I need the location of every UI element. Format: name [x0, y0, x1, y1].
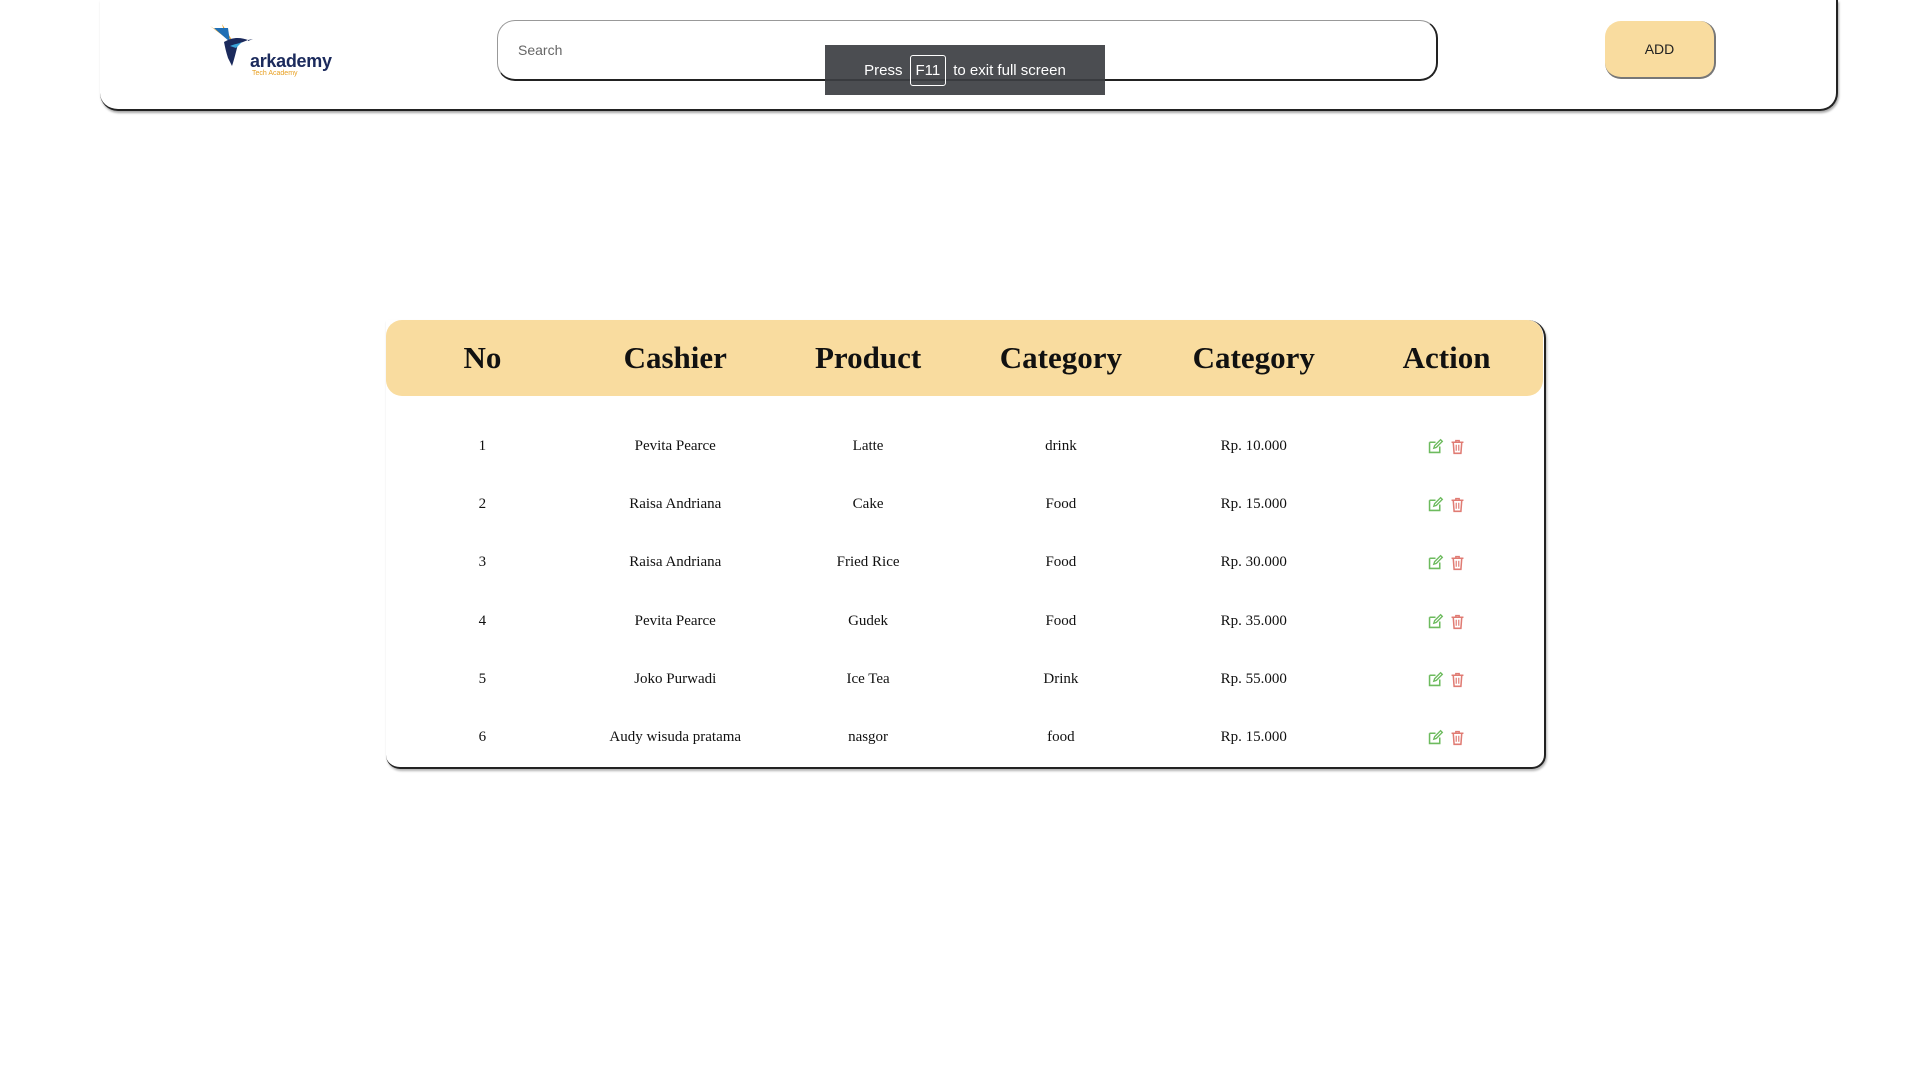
cell-price: Rp. 35.000: [1220, 612, 1287, 629]
fullscreen-key-badge: F11: [909, 54, 947, 86]
column-header-action: Action: [1402, 340, 1491, 375]
table-row: 2 Raisa Andriana Cake Food Rp. 15.000: [386, 475, 1543, 533]
cell-price: Rp. 15.000: [1220, 495, 1287, 512]
cell-actions: [1350, 534, 1543, 592]
cell-no: 2: [478, 495, 487, 512]
delete-icon[interactable]: [1449, 554, 1466, 571]
edit-icon[interactable]: [1427, 496, 1444, 513]
table-row: 6 Audy wisuda pratama nasgor food Rp. 15.000: [386, 708, 1543, 766]
hummingbird-icon: [210, 24, 253, 66]
logo-subtitle: Tech Academy: [252, 70, 298, 77]
cell-product: Cake: [852, 495, 884, 512]
cell-cashier: Joko Purwadi: [634, 670, 717, 687]
edit-icon[interactable]: [1427, 613, 1444, 630]
column-header-category: Category: [999, 340, 1123, 375]
edit-icon[interactable]: [1427, 729, 1444, 746]
cell-actions: [1350, 708, 1543, 766]
cell-no: 3: [478, 554, 487, 571]
column-header-cashier: Cashier: [623, 340, 727, 375]
cell-product: Gudek: [848, 612, 889, 629]
cell-cashier: Pevita Pearce: [634, 437, 716, 454]
cell-no: 6: [478, 729, 487, 746]
transactions-table: No Cashier Product Category Category Act…: [386, 320, 1546, 769]
cell-cashier: Raisa Andriana: [629, 495, 722, 512]
cell-cashier: Audy wisuda pratama: [609, 729, 742, 746]
column-header-category-price: Category: [1192, 340, 1315, 375]
cell-actions: [1350, 417, 1543, 475]
table-row: 1 Pevita Pearce Latte drink Rp. 10.000: [386, 417, 1543, 475]
cell-actions: [1350, 650, 1543, 708]
table-row: 5 Joko Purwadi Ice Tea Drink Rp. 55.000: [386, 650, 1543, 708]
cell-actions: [1350, 475, 1543, 533]
cell-actions: [1350, 592, 1543, 650]
cell-category: food: [1047, 729, 1075, 746]
cell-category: Drink: [1043, 670, 1079, 687]
cell-no: 5: [478, 670, 487, 687]
cell-category: Food: [1045, 554, 1077, 571]
table-row: 4 Pevita Pearce Gudek Food Rp. 35.000: [386, 592, 1543, 650]
cell-price: Rp. 55.000: [1220, 670, 1287, 687]
cell-category: drink: [1045, 437, 1077, 454]
cell-product: nasgor: [848, 729, 889, 746]
cell-cashier: Raisa Andriana: [629, 554, 722, 571]
delete-icon[interactable]: [1449, 613, 1466, 630]
cell-no: 4: [478, 612, 487, 629]
edit-icon[interactable]: [1427, 554, 1444, 571]
fullscreen-notice-prefix: Press: [864, 61, 903, 79]
delete-icon[interactable]: [1449, 671, 1466, 688]
logo-wordmark: arkademy: [250, 51, 332, 71]
table-body: 1 Pevita Pearce Latte drink Rp. 10.000 2 Raisa…: [386, 396, 1543, 767]
edit-icon[interactable]: [1427, 671, 1444, 688]
column-header-no: No: [463, 340, 502, 375]
cell-category: Food: [1045, 495, 1077, 512]
cell-category: Food: [1045, 612, 1077, 629]
cell-product: Latte: [852, 437, 884, 454]
delete-icon[interactable]: [1449, 438, 1466, 455]
cell-price: Rp. 15.000: [1220, 729, 1287, 746]
cell-product: Fried Rice: [836, 554, 900, 571]
edit-icon[interactable]: [1427, 438, 1444, 455]
cell-price: Rp. 10.000: [1220, 437, 1287, 454]
cell-no: 1: [478, 437, 487, 454]
cell-product: Ice Tea: [846, 670, 890, 687]
table-row: 3 Raisa Andriana Fried Rice Food Rp. 30.000: [386, 534, 1543, 592]
table-header: No Cashier Product Category Category Act…: [386, 320, 1543, 396]
cell-cashier: Pevita Pearce: [634, 612, 716, 629]
delete-icon[interactable]: [1449, 496, 1466, 513]
arkademy-logo[interactable]: arkademy Tech Academy: [208, 22, 338, 82]
cell-price: Rp. 30.000: [1220, 554, 1287, 571]
add-button[interactable]: ADD: [1605, 21, 1716, 79]
fullscreen-notice: Press F11 to exit full screen: [825, 45, 1105, 95]
delete-icon[interactable]: [1449, 729, 1466, 746]
column-header-product: Product: [814, 340, 922, 375]
fullscreen-notice-suffix: to exit full screen: [953, 61, 1066, 79]
